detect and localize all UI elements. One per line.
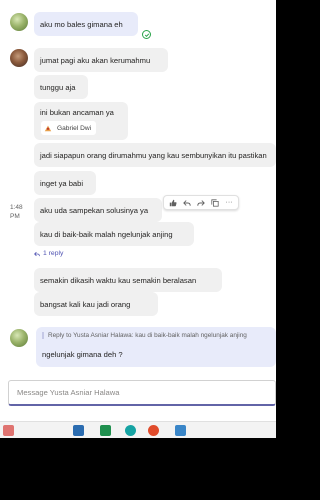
message-text: kau di baik-baik malah ngelunjak anjing bbox=[40, 229, 173, 239]
reply-count-link[interactable]: 1 reply bbox=[34, 250, 63, 257]
reply-arrow-icon bbox=[34, 251, 40, 256]
message-text: aku uda sampekan solusinya ya bbox=[40, 205, 149, 215]
message-text: bangsat kali kau jadi orang bbox=[40, 299, 131, 309]
more-icon[interactable]: ··· bbox=[224, 198, 234, 208]
forward-icon[interactable] bbox=[196, 198, 206, 208]
message-bubble[interactable]: aku mo bales gimana eh bbox=[34, 12, 138, 36]
taskbar bbox=[0, 421, 276, 438]
message-text: semakin dikasih waktu kau semakin berala… bbox=[40, 275, 197, 285]
avatar[interactable] bbox=[10, 49, 28, 67]
taskbar-app-icon[interactable] bbox=[148, 425, 159, 436]
avatar[interactable] bbox=[10, 13, 28, 31]
message-bubble[interactable]: tunggu aja bbox=[34, 75, 88, 99]
message-bubble[interactable]: inget ya babi bbox=[34, 171, 96, 195]
person-icon bbox=[44, 125, 52, 132]
seen-check-icon bbox=[142, 30, 151, 39]
taskbar-app-icon[interactable] bbox=[175, 425, 186, 436]
message-text: aku mo bales gimana eh bbox=[40, 19, 123, 29]
reply-count: 1 reply bbox=[43, 250, 64, 257]
chat-screen: aku mo bales gimana eh jumat pagi aku ak… bbox=[0, 0, 276, 438]
taskbar-app-icon[interactable] bbox=[73, 425, 84, 436]
message-bubble[interactable]: Reply to Yusta Asniar Halawa: kau di bai… bbox=[36, 327, 276, 367]
copy-icon[interactable] bbox=[210, 198, 220, 208]
message-bubble[interactable]: semakin dikasih waktu kau semakin berala… bbox=[34, 268, 222, 292]
message-text: ngelunjak gimana deh ? bbox=[42, 350, 123, 359]
message-compose-box[interactable] bbox=[8, 380, 276, 406]
message-text: jadi siapapun orang dirumahmu yang kau s… bbox=[40, 150, 267, 160]
message-text: tunggu aja bbox=[40, 82, 76, 92]
message-text: jumat pagi aku akan kerumahmu bbox=[40, 55, 151, 65]
message-bubble[interactable]: aku uda sampekan solusinya ya bbox=[34, 198, 162, 222]
message-hover-toolbar: ··· bbox=[163, 195, 239, 210]
message-bubble[interactable]: jadi siapapun orang dirumahmu yang kau s… bbox=[34, 143, 276, 167]
message-bubble[interactable]: kau di baik-baik malah ngelunjak anjing bbox=[34, 222, 194, 246]
taskbar-app-icon[interactable] bbox=[125, 425, 136, 436]
mention-chip[interactable]: Gabriel Dwi bbox=[41, 121, 97, 135]
message-text: inget ya babi bbox=[40, 178, 84, 188]
reply-icon[interactable] bbox=[182, 198, 192, 208]
message-bubble[interactable]: bangsat kali kau jadi orang bbox=[34, 292, 158, 316]
screen-bezel bbox=[0, 438, 276, 500]
message-input[interactable] bbox=[17, 388, 275, 397]
taskbar-app-icon[interactable] bbox=[3, 425, 14, 436]
message-timestamp: 1:48 PM bbox=[10, 204, 23, 220]
message-bubble[interactable]: jumat pagi aku akan kerumahmu bbox=[34, 48, 168, 72]
reply-quote[interactable]: Reply to Yusta Asniar Halawa: kau di bai… bbox=[42, 332, 247, 339]
mention-name: Gabriel Dwi bbox=[57, 124, 92, 132]
avatar[interactable] bbox=[10, 329, 28, 347]
taskbar-app-icon[interactable] bbox=[100, 425, 111, 436]
like-icon[interactable] bbox=[168, 198, 178, 208]
message-text: ini bukan ancaman ya bbox=[40, 108, 114, 117]
